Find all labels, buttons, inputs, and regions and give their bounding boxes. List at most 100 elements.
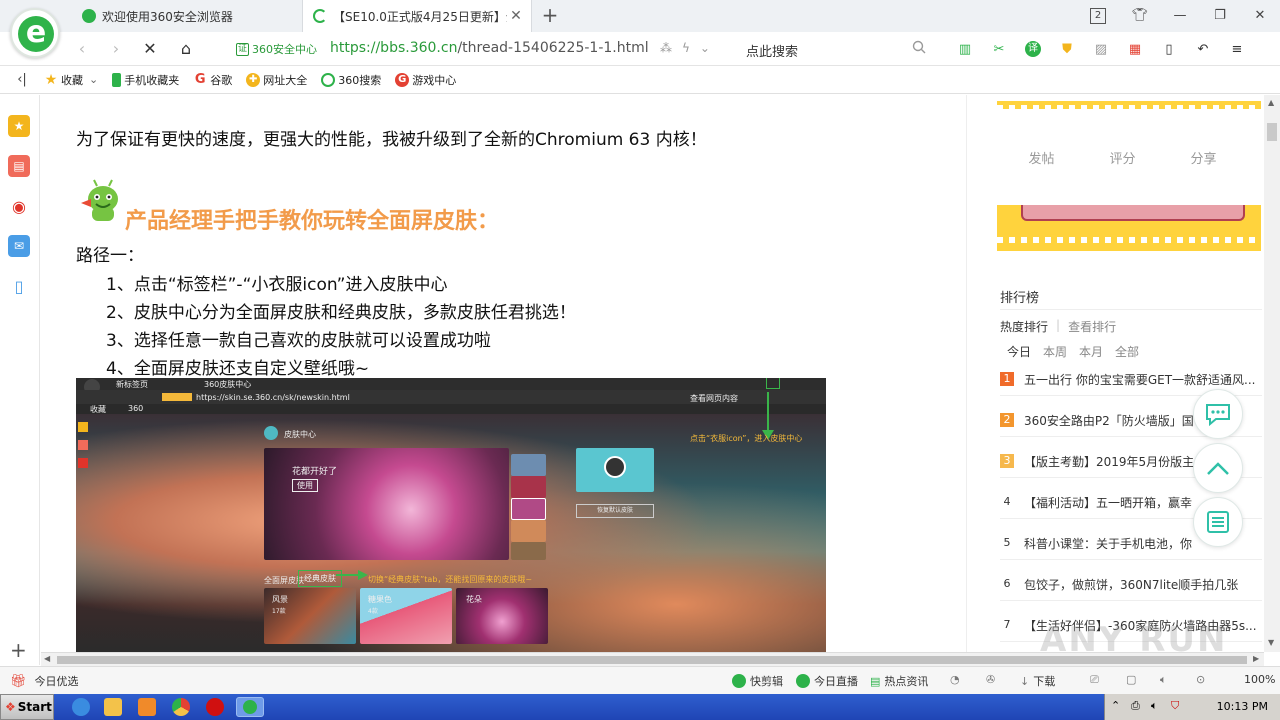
shot-hint-bottom: 切换“经典皮肤”tab，还能找回原来的皮肤哦~ [368, 575, 533, 584]
chrome-icon[interactable] [172, 698, 190, 716]
bookmark-label: 360搜索 [338, 73, 382, 87]
period-filter: 今日 本周 本月 全部 [1007, 343, 1139, 360]
security-tray-icon[interactable]: ⛉ [1171, 699, 1179, 713]
status-live[interactable]: 今日直播 [796, 673, 858, 689]
daily-picks-label: 今日优选 [34, 675, 79, 688]
zoom-level[interactable]: 100% [1244, 673, 1275, 686]
period-month[interactable]: 本月 [1079, 343, 1103, 360]
secure-indicator[interactable]: 证 360安全中心 [236, 41, 317, 57]
period-all[interactable]: 全部 [1115, 343, 1139, 360]
network-icon[interactable]: ⎙ [1131, 699, 1140, 713]
google-icon: G [194, 71, 206, 87]
back-to-top-button[interactable] [1193, 443, 1243, 493]
volume-tray-icon[interactable]: 🔈︎ [1151, 699, 1158, 713]
scroll-thumb[interactable] [1267, 123, 1277, 141]
tab-title: 【SE10.0正式版4月25日更新】全面屏 [333, 9, 507, 24]
phone-sync-icon[interactable]: ▯ [1156, 39, 1182, 59]
tab-count-badge[interactable]: 2 [1090, 8, 1106, 24]
bookmark-so[interactable]: 360搜索 [321, 72, 381, 88]
rank-item[interactable]: 6 包饺子，做煎饼，360N7lite顺手拍几张 [1000, 568, 1262, 601]
back-button[interactable]: ‹ [70, 37, 94, 61]
home-button[interactable]: ⌂ [174, 37, 198, 61]
status-label: 今日直播 [814, 675, 858, 688]
status-quick-edit[interactable]: 快剪辑 [732, 673, 783, 689]
close-window-button[interactable]: ✕ [1250, 6, 1270, 26]
bookmark-mobile[interactable]: 手机收藏夹 [112, 72, 179, 88]
media-icon[interactable] [138, 698, 156, 716]
list-float-button[interactable] [1193, 497, 1243, 547]
browser-logo[interactable]: e [10, 8, 60, 58]
tab-welcome[interactable]: 欢迎使用360安全浏览器 [72, 0, 302, 32]
add-sidebar-item-icon[interactable]: + [10, 638, 27, 662]
speed-icon[interactable]: ◔ [950, 673, 960, 686]
secure-badge: 证 [236, 42, 250, 56]
weibo-icon[interactable]: ◉ [8, 195, 30, 217]
comment-float-button[interactable] [1193, 389, 1243, 439]
route-label: 路径一： [76, 246, 144, 266]
start-button[interactable]: ❖ Start [0, 694, 54, 720]
bookmark-label: 游戏中心 [412, 73, 457, 87]
zoom-icon[interactable]: ⊙ [1196, 673, 1205, 686]
bookmark-label: 谷歌 [210, 73, 233, 87]
favorites-star-icon[interactable]: ★ [8, 115, 30, 137]
bookmark-favorites[interactable]: ★ 收藏 ⌄ [44, 72, 99, 88]
tab-hot-rank[interactable]: 热度排行 [1000, 318, 1048, 335]
period-week[interactable]: 本周 [1043, 343, 1067, 360]
search-box[interactable]: 点此搜索 [736, 36, 936, 62]
reader-icon[interactable]: ▥ [952, 39, 978, 59]
download-button[interactable]: ↓ 下载 [1020, 673, 1055, 689]
document-icon[interactable]: ▯ [8, 275, 30, 297]
rank-item-title: 包饺子，做煎饼，360N7lite顺手拍几张 [1024, 577, 1239, 592]
screenshot-scissors-icon[interactable]: ✂ [986, 39, 1012, 59]
chevron-up-icon [1207, 462, 1229, 475]
ie-icon[interactable] [72, 698, 90, 716]
image-icon[interactable]: ▨ [1088, 39, 1114, 59]
coupon-shield-icon[interactable]: ⛊ [1054, 39, 1080, 59]
tab-thread[interactable]: 【SE10.0正式版4月25日更新】全面屏 ✕ [302, 0, 532, 32]
skin-shirt-icon[interactable]: 👕︎ [1130, 6, 1150, 26]
bookmark-hao[interactable]: ✚ 网址大全 [246, 72, 307, 88]
browser-task-button[interactable] [236, 697, 264, 717]
close-tab-icon[interactable]: ✕ [507, 8, 525, 24]
news-icon[interactable]: ▤ [8, 155, 30, 177]
mail-icon[interactable]: ✉ [8, 235, 30, 257]
status-label: 热点资讯 [884, 675, 929, 688]
translate-icon[interactable]: 译 [1020, 39, 1046, 59]
daily-picks[interactable]: 🎁︎ 今日优选 [10, 673, 79, 689]
clean-icon[interactable]: ⎚ [1090, 673, 1099, 687]
status-hot-news[interactable]: ▤ 热点资讯 [870, 673, 928, 689]
bookmark-games[interactable]: G 游戏中心 [395, 72, 456, 88]
window-icon[interactable]: ▢ [1126, 673, 1136, 686]
bookmark-google[interactable]: G 谷歌 [193, 72, 232, 88]
opera-icon[interactable] [206, 698, 224, 716]
undo-icon[interactable]: ↶ [1190, 39, 1216, 59]
restore-button[interactable]: ❐ [1210, 6, 1230, 26]
new-tab-button[interactable]: + [538, 4, 562, 28]
pin-icon[interactable]: ✇ [986, 673, 995, 686]
menu-icon[interactable]: ≡ [1224, 39, 1250, 59]
loading-icon [313, 9, 327, 23]
sidebar-toggle-icon[interactable]: ‹| [0, 72, 44, 87]
folder-icon[interactable] [104, 698, 122, 716]
search-icon[interactable] [912, 40, 926, 54]
post-button[interactable]: 发帖 [1028, 148, 1054, 167]
step-item: 4、全面屏皮肤还支自定义壁纸哦~ [106, 359, 370, 379]
so-icon [321, 72, 336, 87]
period-today[interactable]: 今日 [1007, 343, 1031, 360]
forward-button[interactable]: › [104, 37, 128, 61]
stop-button[interactable]: ✕ [138, 37, 162, 61]
rate-button[interactable]: 评分 [1109, 148, 1135, 167]
url-field[interactable]: https://bbs.360.cn/thread-15406225-1-1.h… [330, 40, 650, 56]
minimize-button[interactable]: — [1170, 6, 1190, 26]
volume-icon[interactable]: 🔈︎ [1160, 673, 1167, 687]
step-item: 1、点击“标签栏”-“小衣服icon”进入皮肤中心 [106, 275, 448, 295]
list-icon [1207, 511, 1229, 533]
share-button[interactable]: 分享 [1190, 148, 1216, 167]
vertical-scrollbar[interactable]: ▲ ▼ [1264, 95, 1280, 652]
apps-grid-icon[interactable]: ▦ [1122, 39, 1148, 59]
rank-item-title: 科普小课堂：关于手机电池，你 [1024, 536, 1193, 551]
url-tools[interactable]: ⁂ϟ⌄ [660, 41, 720, 55]
tray-expand-icon[interactable]: ⌃ [1111, 699, 1120, 712]
thread-content: 为了保证有更快的速度，更强大的性能，我被升级到了全新的Chromium 63 内… [41, 95, 965, 652]
tab-view-rank[interactable]: 查看排行 [1068, 318, 1116, 335]
